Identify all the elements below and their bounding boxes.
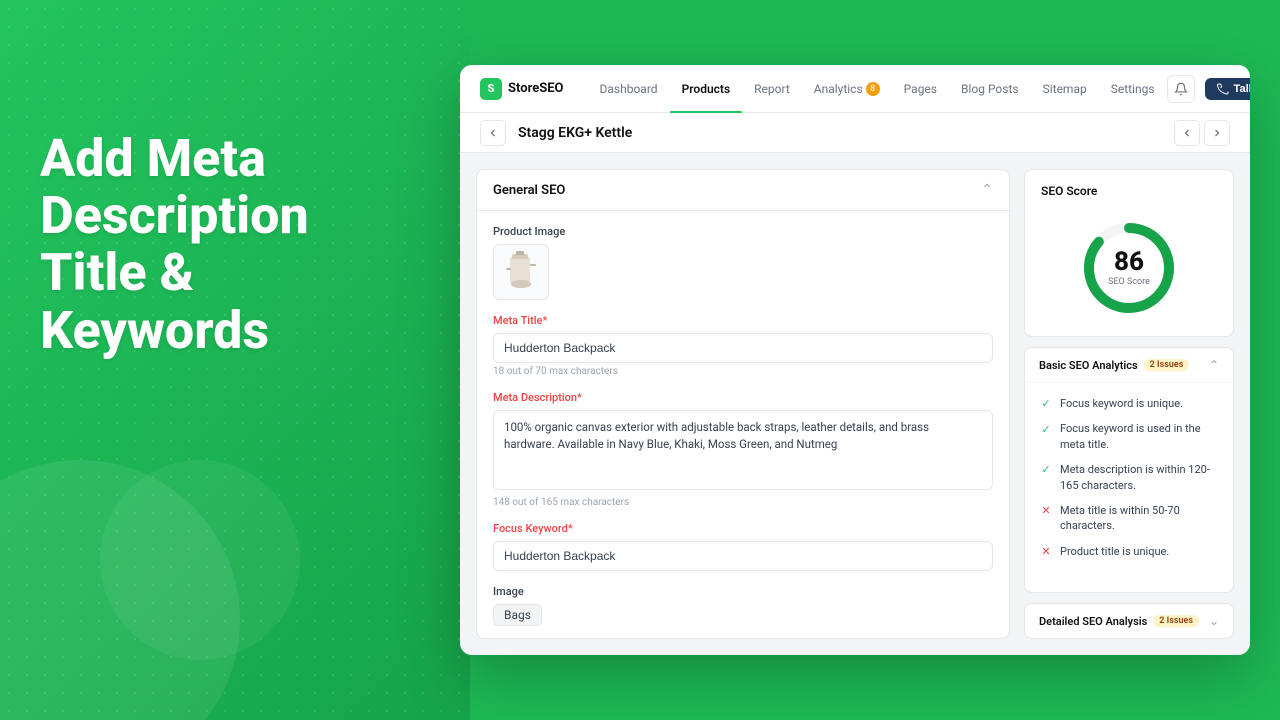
product-image-box[interactable] bbox=[493, 244, 549, 300]
score-number: 86 bbox=[1114, 249, 1144, 275]
nav-dashboard[interactable]: Dashboard bbox=[588, 65, 670, 113]
analytics-body: ✓ Focus keyword is unique. ✓ Focus keywo… bbox=[1025, 383, 1233, 572]
image-label: Image bbox=[493, 585, 993, 598]
nav-products[interactable]: Products bbox=[670, 65, 743, 113]
next-button[interactable] bbox=[1204, 120, 1230, 146]
check-item-2: ✓ Focus keyword is used in the meta titl… bbox=[1039, 416, 1219, 457]
headline-line1: Add Meta bbox=[40, 130, 309, 187]
check-item-3: ✓ Meta description is within 120-165 cha… bbox=[1039, 457, 1219, 498]
meta-description-label: Meta Description* bbox=[493, 391, 993, 404]
check-item-1: ✓ Focus keyword is unique. bbox=[1039, 391, 1219, 416]
score-circle: 86 SEO Score bbox=[1079, 218, 1179, 318]
panel-title: General SEO bbox=[493, 183, 565, 198]
focus-keyword-label: Focus Keyword* bbox=[493, 522, 993, 535]
check-item-5: ✕ Product title is unique. bbox=[1039, 539, 1219, 564]
analytics-title-row: Basic SEO Analytics 2 Issues bbox=[1039, 359, 1189, 372]
detailed-collapse-button[interactable]: ⌄ bbox=[1209, 614, 1219, 628]
check-text-1: Focus keyword is unique. bbox=[1060, 396, 1183, 411]
score-center: 86 SEO Score bbox=[1079, 218, 1179, 318]
nav-settings[interactable]: Settings bbox=[1099, 65, 1167, 113]
check-icon-4: ✕ bbox=[1039, 504, 1053, 518]
nav-arrows bbox=[1174, 120, 1230, 146]
expert-button[interactable]: Talk To SEO Expert bbox=[1205, 78, 1250, 100]
analytics-title: Basic SEO Analytics bbox=[1039, 359, 1138, 372]
detailed-seo-card: Detailed SEO Analysis 2 Issues ⌄ bbox=[1024, 603, 1234, 639]
bell-button[interactable] bbox=[1167, 75, 1195, 103]
panel-header: General SEO ⌃ bbox=[477, 170, 1009, 211]
check-text-4: Meta title is within 50-70 characters. bbox=[1060, 503, 1219, 534]
back-button[interactable] bbox=[480, 120, 506, 146]
logo-area: S StoreSEO bbox=[480, 78, 564, 100]
nav-bar: S StoreSEO Dashboard Products Report Ana… bbox=[460, 65, 1250, 113]
check-text-2: Focus keyword is used in the meta title. bbox=[1060, 421, 1219, 452]
focus-keyword-field: Focus Keyword* bbox=[493, 522, 993, 571]
check-item-4: ✕ Meta title is within 50-70 characters. bbox=[1039, 498, 1219, 539]
analytics-collapse-button[interactable]: ⌃ bbox=[1209, 358, 1219, 372]
nav-items: Dashboard Products Report Analytics 8 Pa… bbox=[588, 65, 1167, 113]
panel-body: Product Image bbox=[477, 211, 1009, 638]
analytics-badge: 8 bbox=[866, 82, 880, 96]
check-text-5: Product title is unique. bbox=[1060, 544, 1169, 559]
sub-header: Stagg EKG+ Kettle bbox=[460, 113, 1250, 153]
check-icon-5: ✕ bbox=[1039, 545, 1053, 559]
check-text-3: Meta description is within 120-165 chara… bbox=[1060, 462, 1219, 493]
image-field: Image Bags bbox=[493, 585, 993, 626]
logo-icon: S bbox=[480, 78, 502, 100]
nav-analytics[interactable]: Analytics 8 bbox=[802, 65, 892, 113]
panel-collapse-button[interactable]: ⌃ bbox=[981, 182, 993, 198]
nav-blog-posts[interactable]: Blog Posts bbox=[949, 65, 1031, 113]
nav-actions: Talk To SEO Expert bbox=[1167, 75, 1250, 103]
basic-seo-analytics-card: Basic SEO Analytics 2 Issues ⌃ ✓ Focus k… bbox=[1024, 347, 1234, 593]
prev-button[interactable] bbox=[1174, 120, 1200, 146]
check-icon-3: ✓ bbox=[1039, 463, 1053, 477]
nav-report[interactable]: Report bbox=[742, 65, 802, 113]
headline-line3: Title & bbox=[40, 244, 309, 301]
product-image-field: Product Image bbox=[493, 225, 993, 300]
meta-title-char-count: 18 out of 70 max characters bbox=[493, 366, 993, 377]
meta-title-field: Meta Title* 18 out of 70 max characters bbox=[493, 314, 993, 377]
detailed-header: Detailed SEO Analysis 2 Issues ⌄ bbox=[1025, 604, 1233, 638]
headline-line2: Description bbox=[40, 187, 309, 244]
check-icon-2: ✓ bbox=[1039, 422, 1053, 436]
logo-text: StoreSEO bbox=[508, 81, 564, 96]
meta-description-input[interactable] bbox=[493, 410, 993, 490]
focus-keyword-input[interactable] bbox=[493, 541, 993, 571]
meta-description-char-count: 148 out of 165 max characters bbox=[493, 497, 993, 508]
seo-score-title: SEO Score bbox=[1041, 184, 1217, 198]
detailed-title: Detailed SEO Analysis bbox=[1039, 615, 1147, 628]
right-panel: SEO Score 86 SEO Score bbox=[1024, 169, 1234, 639]
image-tag: Bags bbox=[493, 604, 542, 626]
product-image-label: Product Image bbox=[493, 225, 993, 238]
seo-score-card: SEO Score 86 SEO Score bbox=[1024, 169, 1234, 337]
analytics-header: Basic SEO Analytics 2 Issues ⌃ bbox=[1025, 348, 1233, 383]
detailed-title-row: Detailed SEO Analysis 2 Issues bbox=[1039, 615, 1199, 628]
meta-title-label: Meta Title* bbox=[493, 314, 993, 327]
score-circle-container: 86 SEO Score bbox=[1041, 210, 1217, 322]
headline-line4: Keywords bbox=[40, 302, 309, 359]
main-content: General SEO ⌃ Product Image bbox=[460, 153, 1250, 655]
page-title: Stagg EKG+ Kettle bbox=[518, 125, 1162, 141]
meta-description-field: Meta Description* 148 out of 165 max cha… bbox=[493, 391, 993, 508]
nav-sitemap[interactable]: Sitemap bbox=[1031, 65, 1099, 113]
check-icon-1: ✓ bbox=[1039, 397, 1053, 411]
nav-pages[interactable]: Pages bbox=[892, 65, 949, 113]
score-sublabel: SEO Score bbox=[1108, 277, 1150, 287]
detailed-issues-badge: 2 Issues bbox=[1153, 615, 1199, 627]
decorative-circle-2 bbox=[100, 460, 300, 660]
issues-badge: 2 Issues bbox=[1144, 359, 1190, 371]
meta-title-input[interactable] bbox=[493, 333, 993, 363]
general-seo-panel: General SEO ⌃ Product Image bbox=[476, 169, 1010, 639]
app-window: S StoreSEO Dashboard Products Report Ana… bbox=[460, 65, 1250, 655]
headline: Add Meta Description Title & Keywords bbox=[40, 130, 309, 359]
